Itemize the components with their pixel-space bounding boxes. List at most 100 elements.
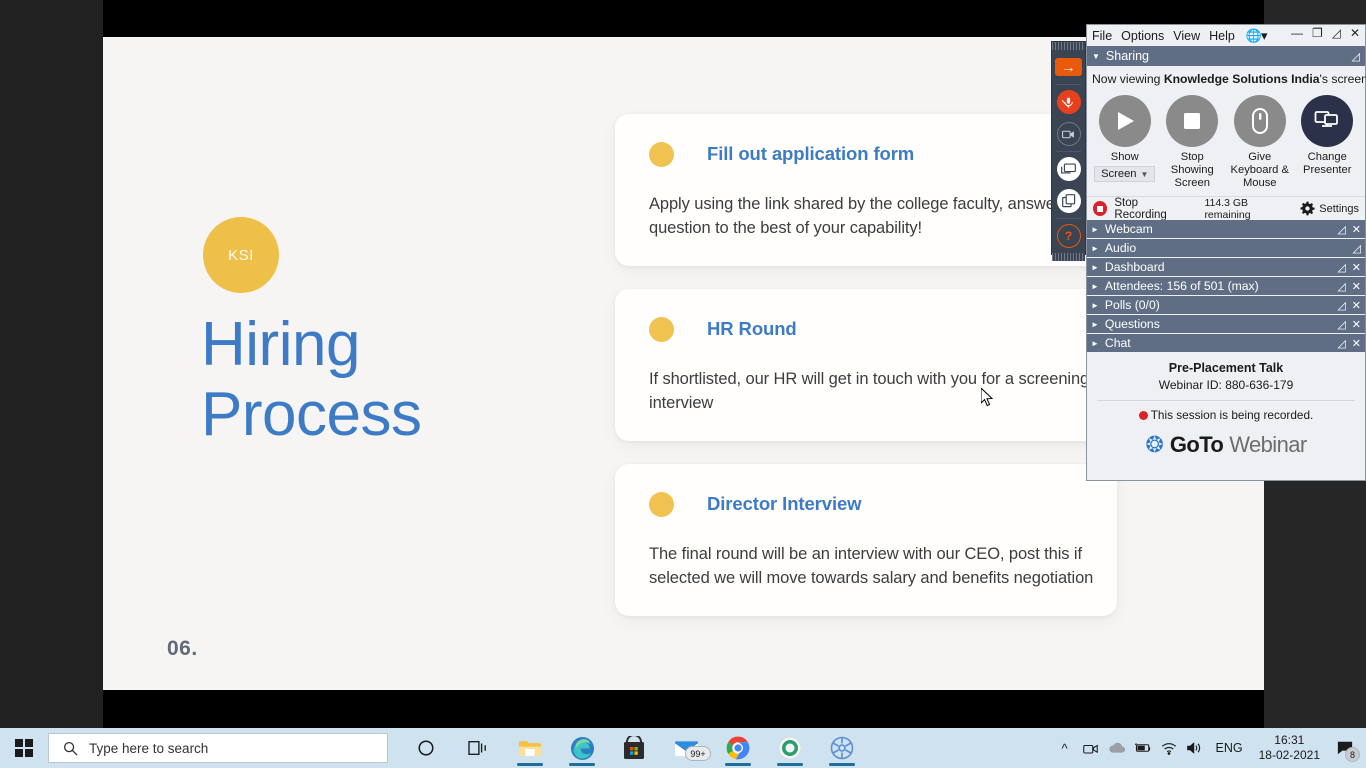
battery-tray-icon[interactable]	[1130, 728, 1156, 768]
card-body: The final round will be an interview wit…	[649, 543, 1119, 590]
panel-controls: ◿ ✕	[1337, 261, 1361, 274]
panel-row-attendees[interactable]: ► Attendees: 156 of 501 (max) ◿ ✕	[1087, 277, 1365, 296]
notification-badge: 8	[1345, 747, 1360, 762]
brand-bold: GoTo	[1170, 432, 1223, 458]
maximize-icon[interactable]: ◿	[1332, 26, 1341, 40]
start-button[interactable]	[0, 728, 48, 768]
microsoft-store-button[interactable]	[612, 728, 656, 768]
give-keyboard-mouse-label: Give Keyboard & Mouse	[1231, 151, 1289, 190]
brand-light: Webinar	[1229, 432, 1306, 458]
mouse-icon	[1234, 95, 1286, 147]
share-application-button[interactable]	[1052, 186, 1085, 216]
close-icon[interactable]: ✕	[1352, 280, 1361, 293]
screen-source-value: Screen	[1101, 168, 1136, 180]
detach-icon[interactable]: ◿	[1337, 280, 1345, 293]
change-presenter-action[interactable]: Change Presenter	[1294, 95, 1362, 190]
menu-view[interactable]: View	[1173, 29, 1200, 43]
stop-showing-screen-action[interactable]: Stop Showing Screen	[1159, 95, 1227, 190]
windows-taskbar: Type here to search	[0, 728, 1366, 768]
card-body: Apply using the link shared by the colle…	[649, 193, 1119, 240]
gotomeeting-button[interactable]	[820, 728, 864, 768]
detach-icon[interactable]: ◿	[1352, 50, 1360, 63]
menu-options[interactable]: Options	[1121, 29, 1164, 43]
file-explorer-icon	[518, 738, 542, 759]
menu-file[interactable]: File	[1092, 29, 1112, 43]
menu-help[interactable]: Help	[1209, 29, 1235, 43]
close-icon[interactable]: ✕	[1352, 299, 1361, 312]
chevron-right-icon: ►	[1091, 339, 1099, 348]
give-keyboard-mouse-action[interactable]: Give Keyboard & Mouse	[1226, 95, 1294, 190]
panel-row-polls[interactable]: ► Polls (0/0) ◿ ✕	[1087, 296, 1365, 315]
wifi-tray-icon[interactable]	[1156, 728, 1182, 768]
screen-source-dropdown[interactable]: Screen ▼	[1094, 166, 1155, 182]
chevron-right-icon: ►	[1091, 263, 1099, 272]
camera-tray-icon[interactable]	[1078, 728, 1104, 768]
panel-row-chat[interactable]: ► Chat ◿ ✕	[1087, 334, 1365, 353]
active-indicator	[517, 763, 543, 766]
slide-title-line-1: Hiring	[201, 310, 541, 380]
minimize-icon[interactable]: —	[1291, 26, 1303, 40]
help-button[interactable]: ?	[1052, 221, 1085, 251]
desktop-backdrop-left	[0, 0, 103, 728]
close-icon[interactable]: ✕	[1350, 26, 1360, 40]
collapse-panel-button[interactable]: →	[1052, 52, 1085, 82]
globe-icon[interactable]: 🌐▾	[1246, 28, 1267, 44]
file-explorer-button[interactable]	[508, 728, 552, 768]
detach-icon[interactable]: ◿	[1337, 337, 1345, 350]
card-header: HR Round	[649, 315, 1083, 343]
grab-tab-handle-bottom[interactable]	[1052, 253, 1085, 261]
task-view-button[interactable]	[456, 728, 500, 768]
restore-icon[interactable]: ❐	[1312, 26, 1323, 40]
clock-date: 18-02-2021	[1259, 748, 1320, 763]
clock[interactable]: 16:31 18-02-2021	[1251, 733, 1328, 763]
panel-controls: ◿ ✕	[1337, 280, 1361, 293]
google-chrome-button[interactable]	[716, 728, 760, 768]
language-indicator[interactable]: ENG	[1208, 741, 1251, 755]
share-screen-button[interactable]	[1052, 154, 1085, 184]
divider	[1056, 218, 1081, 219]
close-icon[interactable]: ✕	[1352, 261, 1361, 274]
stop-recording-icon[interactable]	[1093, 201, 1107, 216]
detach-icon[interactable]: ◿	[1337, 318, 1345, 331]
detach-icon[interactable]: ◿	[1337, 299, 1345, 312]
cortana-button[interactable]	[404, 728, 448, 768]
webcam-button[interactable]	[1052, 119, 1085, 149]
notification-center-button[interactable]: 8	[1328, 728, 1362, 768]
show-hidden-icons-button[interactable]: ^	[1052, 728, 1078, 768]
mute-microphone-button[interactable]	[1052, 87, 1085, 117]
panel-row-dashboard[interactable]: ► Dashboard ◿ ✕	[1087, 258, 1365, 277]
active-indicator	[569, 763, 595, 766]
chevron-right-icon: ►	[1091, 301, 1099, 310]
windows-logo-icon	[15, 739, 33, 757]
card-title: Fill out application form	[707, 143, 914, 165]
panel-controls: ◿ ✕	[1337, 337, 1361, 350]
show-screen-action[interactable]: Show Screen ▼	[1091, 95, 1159, 190]
panel-row-questions[interactable]: ► Questions ◿ ✕	[1087, 315, 1365, 334]
gotowebinar-button[interactable]	[768, 728, 812, 768]
grab-tab-handle[interactable]	[1052, 42, 1085, 50]
close-icon[interactable]: ✕	[1352, 318, 1361, 331]
detach-icon[interactable]: ◿	[1337, 261, 1345, 274]
mail-button[interactable]: 99+	[664, 728, 708, 768]
gotowebinar-logo: ❂ GoToWebinar	[1087, 432, 1365, 458]
panel-row-webcam[interactable]: ► Webcam ◿ ✕	[1087, 220, 1365, 239]
recording-notice-text: This session is being recorded.	[1151, 408, 1314, 422]
panel-controls: ◿ ✕	[1337, 223, 1361, 236]
sharing-section-header[interactable]: ▼ Sharing ◿	[1087, 46, 1365, 66]
volume-tray-icon[interactable]	[1182, 728, 1208, 768]
onedrive-tray-icon[interactable]	[1104, 728, 1130, 768]
active-indicator	[777, 763, 803, 766]
panel-label: Audio	[1105, 241, 1136, 255]
stop-recording-label[interactable]: Stop Recording	[1114, 197, 1190, 221]
detach-icon[interactable]: ◿	[1353, 242, 1361, 255]
close-icon[interactable]: ✕	[1352, 223, 1361, 236]
panel-row-audio[interactable]: ► Audio ◿	[1087, 239, 1365, 258]
settings-button[interactable]: Settings	[1300, 201, 1359, 216]
close-icon[interactable]: ✕	[1352, 337, 1361, 350]
detach-icon[interactable]: ◿	[1337, 223, 1345, 236]
screen-share-icon	[1057, 157, 1081, 181]
search-input[interactable]: Type here to search	[48, 733, 388, 763]
microsoft-store-icon	[623, 736, 645, 760]
question-mark-icon: ?	[1057, 224, 1081, 248]
microsoft-edge-button[interactable]	[560, 728, 604, 768]
